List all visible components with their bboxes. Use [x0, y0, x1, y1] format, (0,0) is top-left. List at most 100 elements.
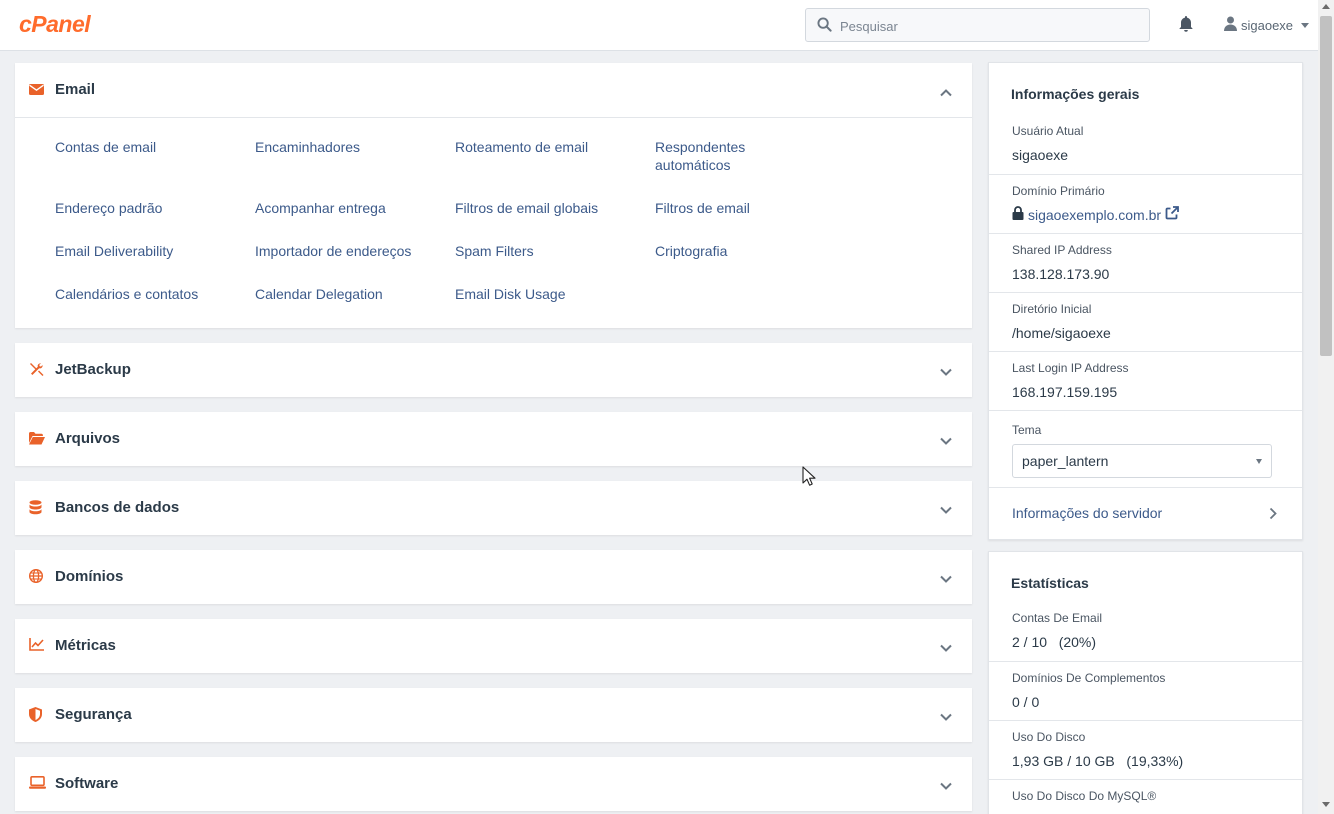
theme-label: Tema [1012, 423, 1042, 437]
laptop-icon [29, 776, 46, 792]
top-bar: cPanel sigaoexe [0, 0, 1318, 51]
search-input[interactable] [840, 16, 1140, 36]
dominios-title: Domínios [55, 568, 124, 585]
link-encaminhadores[interactable]: Encaminhadores [255, 138, 425, 156]
general-info-card: Informações gerais Usuário Atual sigaoex… [988, 62, 1303, 540]
email-accounts-row: Contas De Email 2 / 10 (20%) [989, 602, 1302, 661]
shield-icon [29, 707, 45, 723]
link-endereco-padrao[interactable]: Endereço padrão [55, 199, 225, 217]
scroll-down-icon[interactable] [1322, 802, 1330, 807]
chevron-down-icon[interactable] [939, 640, 953, 658]
link-email-disk-usage[interactable]: Email Disk Usage [455, 285, 625, 303]
shared-ip-row: Shared IP Address 138.128.173.90 [989, 233, 1302, 292]
bell-icon[interactable] [1178, 15, 1194, 38]
chevron-down-icon[interactable] [939, 571, 953, 589]
theme-row: Tema paper_lantern [989, 410, 1302, 487]
software-panel[interactable]: Software [15, 757, 972, 811]
cpanel-logo[interactable]: cPanel [19, 11, 91, 38]
chevron-down-icon[interactable] [939, 778, 953, 796]
metricas-panel[interactable]: Métricas [15, 619, 972, 673]
email-accounts-value: 2 / 10 (20%) [1012, 634, 1097, 650]
bancos-de-dados-panel[interactable]: Bancos de dados [15, 481, 972, 535]
disk-usage-value: 1,93 GB / 10 GB (19,33%) [1012, 753, 1184, 769]
jetbackup-panel[interactable]: JetBackup [15, 343, 972, 397]
link-calendar-delegation[interactable]: Calendar Delegation [255, 285, 425, 303]
primary-domain-value: sigaoexemplo.com.br [1012, 206, 1179, 223]
seguranca-panel[interactable]: Segurança [15, 688, 972, 742]
shared-ip-label: Shared IP Address [1012, 243, 1112, 257]
link-criptografia[interactable]: Criptografia [655, 242, 825, 260]
general-info-title: Informações gerais [1011, 86, 1140, 102]
link-filtros-de-email-globais[interactable]: Filtros de email globais [455, 199, 625, 217]
user-icon [1224, 16, 1237, 34]
link-acompanhar-entrega[interactable]: Acompanhar entrega [255, 199, 425, 217]
server-info-row[interactable]: Informações do servidor [989, 487, 1302, 539]
link-contas-de-email[interactable]: Contas de email [55, 138, 225, 156]
theme-select-value: paper_lantern [1022, 453, 1109, 469]
chart-line-icon [29, 638, 45, 654]
addon-domains-label: Domínios De Complementos [1012, 671, 1166, 685]
server-info-link[interactable]: Informações do servidor [1012, 505, 1162, 521]
lock-icon [1012, 206, 1024, 223]
chevron-down-icon[interactable] [939, 364, 953, 382]
chevron-right-icon [1269, 507, 1277, 525]
disk-usage-label: Uso Do Disco [1012, 730, 1086, 744]
link-email-deliverability[interactable]: Email Deliverability [55, 242, 225, 260]
current-user-row: Usuário Atual sigaoexe [989, 115, 1302, 174]
chevron-down-icon[interactable] [939, 709, 953, 727]
stats-title: Estatísticas [1011, 575, 1089, 591]
dominios-panel[interactable]: Domínios [15, 550, 972, 604]
external-link-icon[interactable] [1165, 206, 1179, 223]
email-accounts-label: Contas De Email [1012, 611, 1103, 625]
stats-card: Estatísticas Contas De Email 2 / 10 (20%… [988, 551, 1303, 814]
home-dir-label: Diretório Inicial [1012, 302, 1092, 316]
scrollbar-thumb[interactable] [1320, 16, 1332, 356]
chevron-down-icon [1256, 459, 1262, 464]
link-respondentes-automaticos[interactable]: Respondentes automáticos [655, 138, 785, 174]
page-scrollbar[interactable] [1318, 0, 1334, 814]
primary-domain-row: Domínio Primário sigaoexemplo.com.br [989, 174, 1302, 233]
theme-select[interactable]: paper_lantern [1012, 444, 1272, 478]
last-login-label: Last Login IP Address [1012, 361, 1129, 375]
link-spam-filters[interactable]: Spam Filters [455, 242, 625, 260]
folder-open-icon [29, 431, 45, 447]
envelope-icon [29, 82, 45, 98]
email-panel-title: Email [55, 81, 96, 98]
mouse-cursor-icon [802, 466, 816, 492]
addon-domains-row: Domínios De Complementos 0 / 0 [989, 661, 1302, 720]
email-panel: Email Contas de email Encaminhadores Rot… [15, 63, 972, 328]
link-filtros-de-email[interactable]: Filtros de email [655, 199, 825, 217]
link-importador-de-enderecos[interactable]: Importador de endereços [255, 242, 440, 260]
last-login-row: Last Login IP Address 168.197.159.195 [989, 351, 1302, 410]
chevron-down-icon[interactable] [939, 433, 953, 451]
seguranca-title: Segurança [55, 706, 132, 723]
chevron-down-icon [1301, 22, 1310, 28]
globe-icon [28, 568, 45, 585]
search-icon [817, 17, 832, 37]
username: sigaoexe [1241, 17, 1294, 33]
primary-domain-link[interactable]: sigaoexemplo.com.br [1028, 207, 1161, 223]
software-title: Software [55, 775, 119, 792]
user-menu[interactable]: sigaoexe [1224, 15, 1310, 35]
home-dir-value: /home/sigaoexe [1012, 325, 1111, 341]
mysql-disk-label: Uso Do Disco Do MySQL® [1012, 789, 1157, 803]
last-login-value: 168.197.159.195 [1012, 384, 1118, 400]
metricas-title: Métricas [55, 637, 116, 654]
search-box[interactable] [805, 8, 1150, 42]
database-icon [29, 500, 45, 516]
email-links: Contas de email Encaminhadores Roteament… [15, 117, 972, 328]
tools-icon [29, 362, 45, 378]
jetbackup-title: JetBackup [55, 361, 131, 378]
current-user-label: Usuário Atual [1012, 124, 1084, 138]
arquivos-panel[interactable]: Arquivos [15, 412, 972, 466]
chevron-up-icon[interactable] [939, 84, 953, 102]
shared-ip-value: 138.128.173.90 [1012, 266, 1110, 282]
current-user-value: sigaoexe [1012, 147, 1069, 163]
link-roteamento-de-email[interactable]: Roteamento de email [455, 138, 625, 156]
scroll-up-icon[interactable] [1322, 4, 1330, 9]
email-panel-header[interactable]: Email [15, 63, 972, 117]
link-calendarios-e-contatos[interactable]: Calendários e contatos [55, 285, 225, 303]
mysql-disk-row: Uso Do Disco Do MySQL® [989, 779, 1302, 814]
disk-usage-row: Uso Do Disco 1,93 GB / 10 GB (19,33%) [989, 720, 1302, 779]
chevron-down-icon[interactable] [939, 502, 953, 520]
